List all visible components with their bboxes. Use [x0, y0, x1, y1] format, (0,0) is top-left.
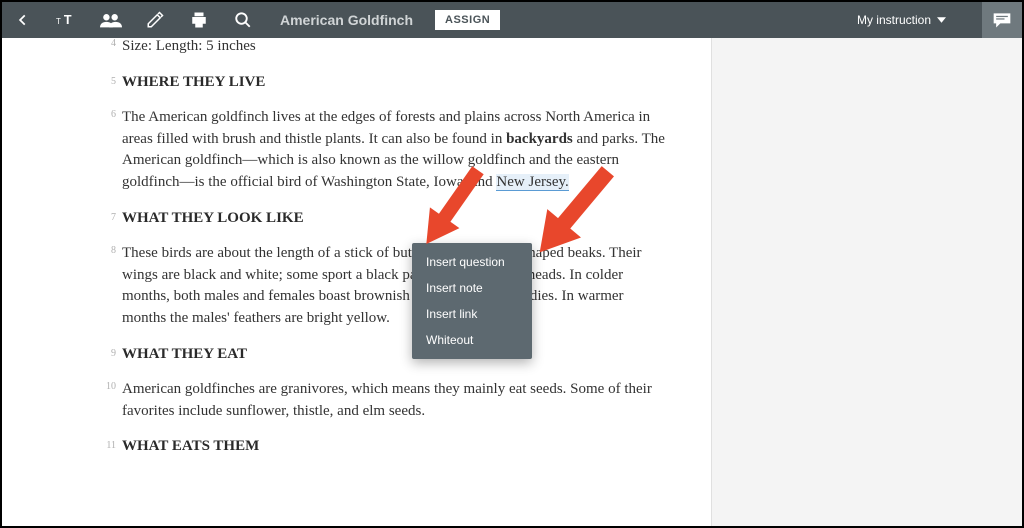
section-heading: WHAT THEY EAT [122, 346, 671, 363]
doc-line: 5 WHERE THEY LIVE [122, 74, 671, 91]
line-number: 11 [100, 440, 116, 451]
print-icon[interactable] [188, 9, 210, 31]
text-size-icon[interactable]: TT [56, 9, 78, 31]
my-instruction-label: My instruction [857, 13, 931, 27]
chevron-down-icon [937, 17, 946, 23]
doc-line: 10 American goldfinches are granivores, … [122, 379, 671, 423]
edit-icon[interactable] [144, 9, 166, 31]
line-number: 10 [100, 381, 116, 392]
line-number: 7 [100, 212, 116, 223]
doc-line: 11 WHAT EATS THEM [122, 438, 671, 455]
right-sidebar [712, 38, 1022, 526]
doc-line: 4 Size: Length: 5 inches [122, 38, 671, 58]
line-number: 4 [100, 38, 116, 49]
annotation-arrow-icon [522, 143, 632, 273]
section-heading: WHERE THEY LIVE [122, 74, 671, 91]
people-icon[interactable] [100, 9, 122, 31]
line-number: 8 [100, 245, 116, 256]
svg-text:T: T [56, 17, 61, 26]
section-heading: WHAT EATS THEM [122, 438, 671, 455]
doc-line: 9 WHAT THEY EAT [122, 346, 671, 363]
assign-button[interactable]: ASSIGN [435, 10, 500, 30]
toolbar: TT American Goldfinch ASSIGN My instruct… [2, 2, 1022, 38]
search-icon[interactable] [232, 9, 254, 31]
document-pane: 4 Size: Length: 5 inches 5 WHERE THEY LI… [2, 38, 712, 526]
menu-whiteout[interactable]: Whiteout [412, 327, 532, 353]
svg-text:T: T [64, 13, 72, 27]
back-icon[interactable] [12, 9, 34, 31]
page-title: American Goldfinch [280, 12, 413, 28]
menu-insert-link[interactable]: Insert link [412, 301, 532, 327]
menu-insert-note[interactable]: Insert note [412, 275, 532, 301]
content-area: 4 Size: Length: 5 inches 5 WHERE THEY LI… [2, 38, 1022, 526]
annotation-arrow-icon [405, 143, 505, 263]
paragraph: American goldfinches are granivores, whi… [122, 379, 671, 423]
size-text: Size: Length: 5 inches [122, 38, 671, 58]
comment-icon [992, 11, 1012, 29]
comment-panel-button[interactable] [982, 2, 1022, 38]
line-number: 9 [100, 348, 116, 359]
my-instruction-dropdown[interactable]: My instruction [857, 13, 946, 27]
line-number: 6 [100, 109, 116, 120]
line-number: 5 [100, 76, 116, 87]
